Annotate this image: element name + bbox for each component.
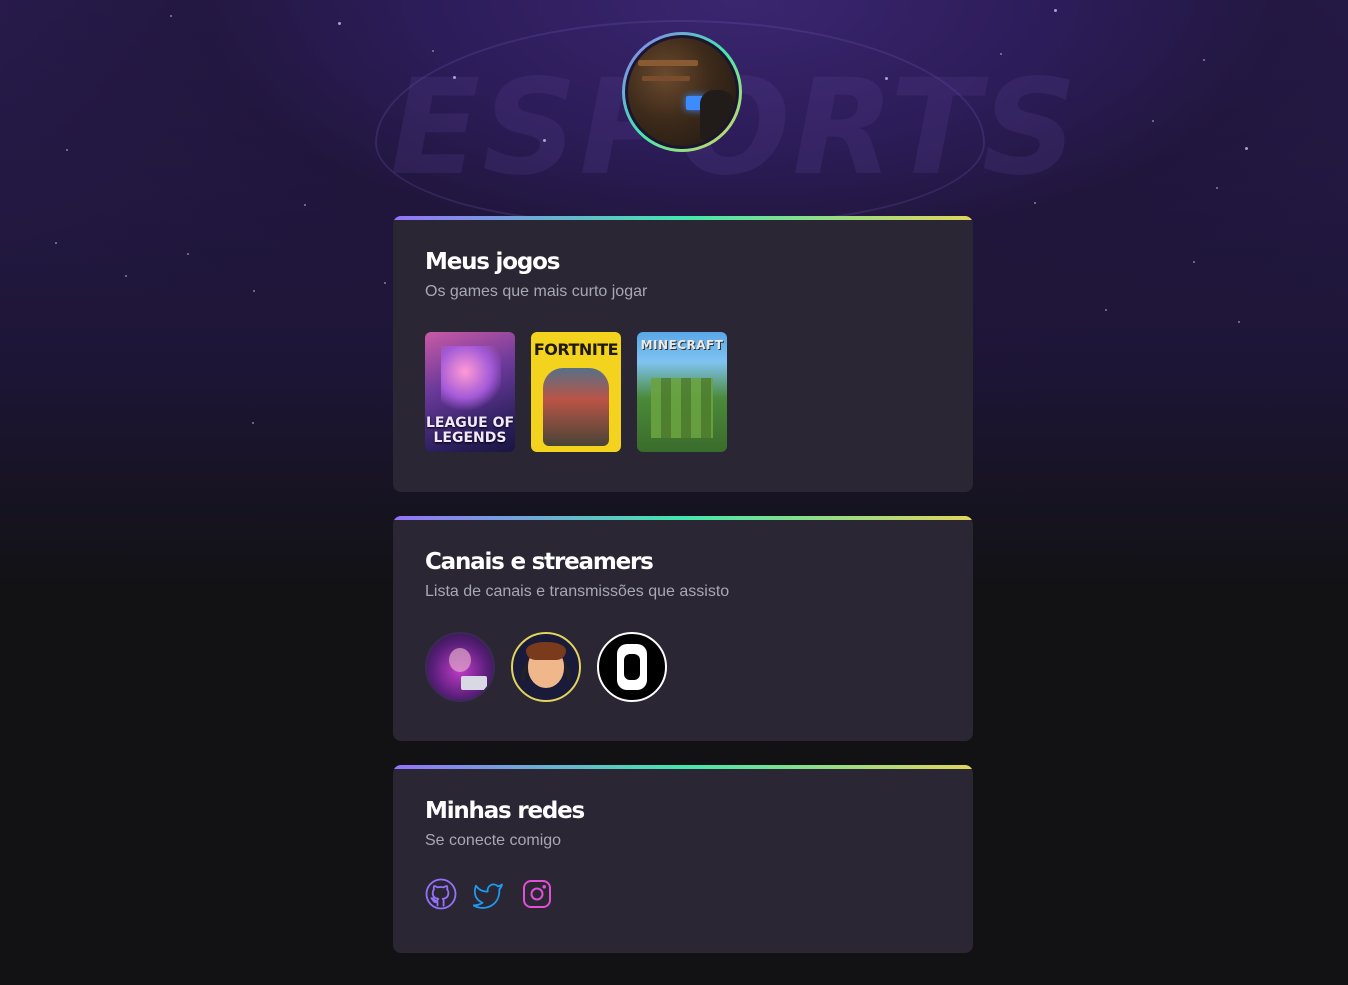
game-cover-title: LEAGUE OF LEGENDS (425, 415, 515, 446)
github-link[interactable] (425, 878, 457, 910)
streamers-list (425, 632, 667, 702)
streamers-card-subtitle: Lista de canais e transmissões que assis… (425, 583, 730, 600)
twitter-link[interactable] (473, 878, 505, 910)
avatar-shelf (642, 76, 690, 81)
games-card-title: Meus jogos (425, 249, 560, 275)
twitter-icon (473, 883, 503, 909)
game-cover-fortnite[interactable]: FORTNITE (531, 332, 621, 452)
games-card-subtitle: Os games que mais curto jogar (425, 283, 648, 300)
game-cover-league-of-legends[interactable]: LEAGUE OF LEGENDS (425, 332, 515, 452)
game-cover-title: MINECRAFT (640, 338, 724, 352)
game-cover-art (441, 346, 501, 410)
game-cover-art (651, 378, 713, 438)
social-card: Minhas redes Se conecte comigo (393, 765, 973, 953)
games-list: LEAGUE OF LEGENDS FORTNITE MINECRAFT (425, 332, 727, 452)
social-card-subtitle: Se conecte comigo (425, 832, 562, 849)
avatar-shelf (638, 60, 698, 66)
game-cover-title: FORTNITE (533, 340, 619, 359)
channel-logo-inner (624, 654, 640, 680)
social-links (425, 878, 553, 910)
social-card-title: Minhas redes (425, 798, 585, 824)
games-card: Meus jogos Os games que mais curto jogar… (393, 216, 973, 492)
streamers-card: Canais e streamers Lista de canais e tra… (393, 516, 973, 741)
streamers-card-title: Canais e streamers (425, 549, 654, 575)
streamer-face (449, 648, 471, 672)
laptop-icon (461, 676, 487, 690)
profile-avatar (625, 35, 739, 149)
game-cover-minecraft[interactable]: MINECRAFT (637, 332, 727, 452)
streamer-hair (526, 642, 566, 660)
streamer-avatar-1[interactable] (425, 632, 495, 702)
profile-avatar-ring (622, 32, 742, 152)
instagram-link[interactable] (521, 878, 553, 910)
github-icon (425, 878, 457, 910)
instagram-icon (523, 880, 551, 908)
avatar-person (700, 90, 734, 140)
game-cover-art (543, 368, 609, 446)
streamer-avatar-3[interactable] (597, 632, 667, 702)
streamer-avatar-2[interactable] (511, 632, 581, 702)
